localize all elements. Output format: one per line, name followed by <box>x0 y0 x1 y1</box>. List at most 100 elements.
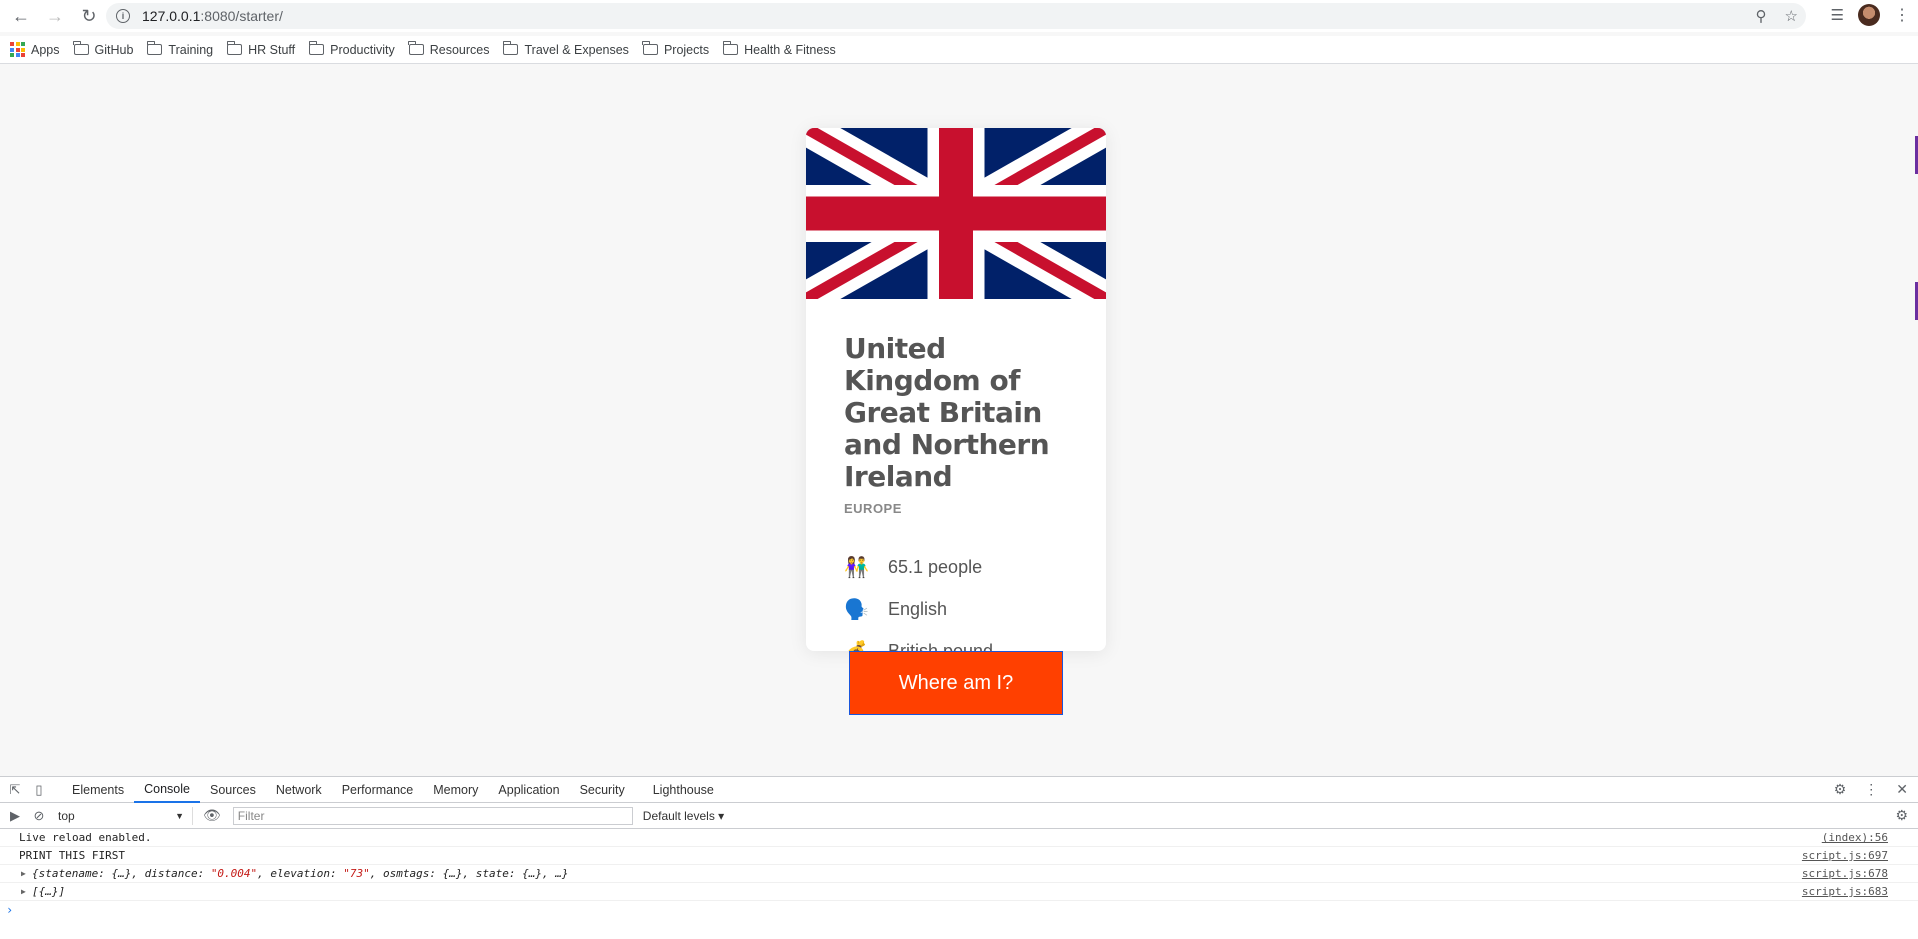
bookmark-travel-expenses[interactable]: Travel & Expenses <box>502 41 629 57</box>
expand-triangle-icon[interactable]: ▶ <box>21 887 26 896</box>
tab-performance[interactable]: Performance <box>332 777 424 803</box>
speaking-head-icon: 🗣️ <box>844 598 869 621</box>
population-row: 👫 65.1 people <box>844 546 1068 588</box>
array-preview: [{…}] <box>32 885 66 898</box>
inspect-element-icon[interactable]: ⇱ <box>6 781 24 799</box>
currency-text: British pound <box>888 640 994 652</box>
console-prompt[interactable]: › <box>0 901 1918 919</box>
bookmark-productivity[interactable]: Productivity <box>308 41 395 57</box>
forward-icon[interactable]: → <box>42 3 68 29</box>
where-am-i-button[interactable]: Where am I? <box>849 651 1063 715</box>
console-source-link[interactable]: script.js:683 <box>1802 885 1888 898</box>
chevron-down-icon: ▼ <box>175 810 184 821</box>
reading-list-icon[interactable]: ☰ <box>1831 6 1844 24</box>
console-filter-bar: ▶ ⊘ top ▼ 👁 Default levels ▾ ⚙ <box>0 803 1918 829</box>
tab-lighthouse[interactable]: Lighthouse <box>643 777 724 803</box>
folder-icon <box>73 41 89 55</box>
bookmark-star-icon[interactable]: ☆ <box>1785 7 1798 25</box>
settings-gear-icon[interactable]: ⚙ <box>1834 781 1847 798</box>
console-settings-gear-icon[interactable]: ⚙ <box>1895 807 1908 824</box>
prompt-chevron-icon: › <box>6 903 14 917</box>
tab-elements[interactable]: Elements <box>62 777 134 803</box>
folder-icon <box>408 41 424 55</box>
folder-icon <box>226 41 243 55</box>
language-row: 🗣️ English <box>844 588 1068 630</box>
bookmark-label: GitHub <box>94 42 134 57</box>
clear-console-icon[interactable]: ⊘ <box>30 807 48 825</box>
console-message-text: Live reload enabled. <box>19 831 152 844</box>
bookmark-health-fitness[interactable]: Health & Fitness <box>722 41 836 57</box>
folder-icon <box>502 41 519 55</box>
folder-icon <box>146 41 163 55</box>
currency-row: 💰 British pound <box>844 630 1068 652</box>
devtools-menu-icon[interactable]: ⋮ <box>1864 781 1878 798</box>
log-levels-dropdown[interactable]: Default levels ▾ <box>643 809 724 823</box>
country-name: United Kingdom of Great Britain and Nort… <box>844 332 1050 493</box>
context-select[interactable]: top ▼ <box>58 806 193 825</box>
url-path: :8080/starter/ <box>200 8 283 24</box>
bookmark-training[interactable]: Training <box>146 41 213 57</box>
tab-security[interactable]: Security <box>570 777 635 803</box>
console-array-message[interactable]: ▶ [{…}] script.js:683 <box>0 883 1918 901</box>
browser-toolbar: ← → ↻ i 127.0.0.1:8080/starter/ ⚲ ☆ ☰ ⋮ <box>0 0 1918 32</box>
bookmark-resources[interactable]: Resources <box>408 41 490 57</box>
folder-icon <box>642 41 658 55</box>
money-bag-icon: 💰 <box>844 639 888 652</box>
distance-value: "0.004" <box>210 867 258 880</box>
elevation-value: "73" <box>343 867 370 880</box>
bookmark-github[interactable]: GitHub <box>73 41 134 57</box>
object-text: , osmtags: {…}, state: {…}, …} <box>369 867 569 880</box>
console-source-link[interactable]: script.js:678 <box>1802 867 1888 880</box>
region-label: EUROPE <box>844 501 902 516</box>
console-filter-input[interactable] <box>232 806 633 825</box>
people-icon: 👫 <box>844 556 869 579</box>
tab-sources[interactable]: Sources <box>200 777 266 803</box>
profile-avatar[interactable] <box>1858 4 1880 26</box>
location-icon[interactable]: ⚲ <box>1756 7 1767 25</box>
bookmarks-bar: Apps GitHub Training HR Stuff Productivi… <box>0 36 1918 64</box>
facts-list: 👫 65.1 people 🗣️ English 💰 British pound <box>844 546 1068 652</box>
info-icon[interactable]: i <box>116 9 130 23</box>
folder-icon <box>722 41 739 55</box>
tab-console[interactable]: Console <box>134 777 200 803</box>
device-toolbar-icon[interactable]: ▯ <box>30 781 48 799</box>
sidebar-toggle-icon[interactable]: ▶ <box>6 807 24 825</box>
object-text: , elevation: <box>257 867 344 880</box>
tab-memory[interactable]: Memory <box>423 777 488 803</box>
console-message: Live reload enabled. (index):56 <box>0 829 1918 847</box>
bookmark-hr-stuff[interactable]: HR Stuff <box>226 41 296 57</box>
tab-application[interactable]: Application <box>488 777 569 803</box>
devtools-tabbar: ⇱ ▯ Elements Console Sources Network Per… <box>0 777 1918 803</box>
country-card: United Kingdom of Great Britain and Nort… <box>806 128 1106 651</box>
console-source-link[interactable]: (index):56 <box>1822 831 1888 844</box>
tab-network[interactable]: Network <box>266 777 332 803</box>
devtools-panel: ⇱ ▯ Elements Console Sources Network Per… <box>0 776 1918 939</box>
population-text: 65.1 people <box>888 556 983 577</box>
console-object-message[interactable]: ▶ {statename: {…}, distance: "0.004", el… <box>0 865 1918 883</box>
address-bar[interactable]: i 127.0.0.1:8080/starter/ ⚲ ☆ <box>106 3 1806 29</box>
console-source-link[interactable]: script.js:697 <box>1802 849 1888 862</box>
console-output: Live reload enabled. (index):56 PRINT TH… <box>0 829 1918 919</box>
url-text[interactable]: 127.0.0.1:8080/starter/ <box>142 8 283 24</box>
back-icon[interactable]: ← <box>8 3 34 29</box>
bookmark-label: HR Stuff <box>248 42 296 57</box>
url-host: 127.0.0.1 <box>142 8 201 24</box>
folder-icon <box>308 41 325 55</box>
bookmark-label: Health & Fitness <box>744 42 836 57</box>
bookmark-apps[interactable]: Apps <box>10 42 60 57</box>
menu-kebab-icon[interactable]: ⋮ <box>1894 5 1910 25</box>
expand-triangle-icon[interactable]: ▶ <box>21 869 26 878</box>
bookmark-projects[interactable]: Projects <box>642 41 710 57</box>
bookmark-label: Resources <box>429 42 490 57</box>
close-icon[interactable]: ✕ <box>1896 781 1908 798</box>
eye-icon[interactable]: 👁 <box>203 807 221 824</box>
bookmark-label: Projects <box>663 42 710 57</box>
bookmark-label: Apps <box>31 42 60 57</box>
object-text: {statename: {…}, distance: <box>32 867 211 880</box>
console-message: PRINT THIS FIRST script.js:697 <box>0 847 1918 865</box>
language-text: English <box>888 598 948 619</box>
bookmark-label: Travel & Expenses <box>524 42 629 57</box>
context-value: top <box>58 808 75 823</box>
bookmark-label: Productivity <box>330 42 395 57</box>
reload-icon[interactable]: ↻ <box>76 3 102 29</box>
